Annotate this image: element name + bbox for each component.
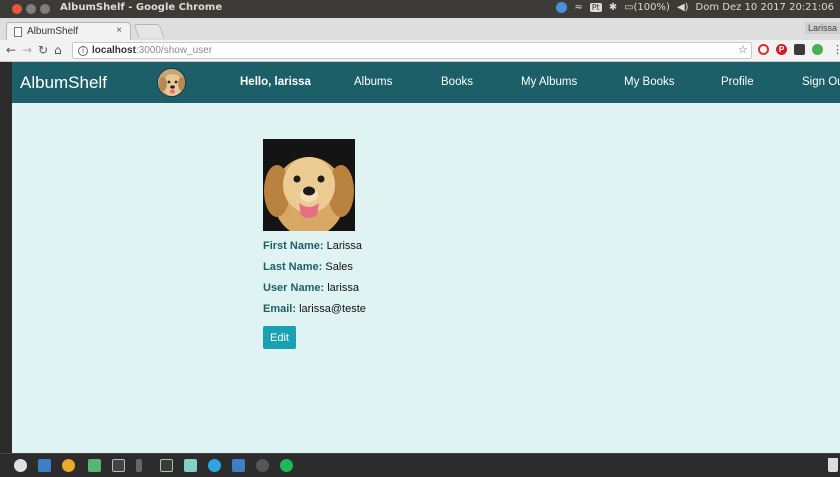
email-field: Email: larissa@teste	[263, 303, 366, 315]
telegram-icon[interactable]	[208, 459, 221, 472]
window-minimize-button[interactable]	[26, 4, 36, 14]
terminal-icon[interactable]	[112, 459, 125, 472]
chrome-extension-icon[interactable]	[812, 44, 823, 55]
pinterest-extension-icon[interactable]: P	[776, 44, 787, 55]
clock[interactable]: Dom Dez 10 2017 20:21:06	[696, 2, 834, 13]
trash-icon[interactable]	[828, 458, 838, 472]
browser-toolbar: ← → ↻ ⌂ i localhost:3000/show_user ☆ P ⋮	[0, 40, 840, 62]
dog-photo-icon	[263, 139, 355, 231]
browser-tabstrip: AlbumShelf × Larissa	[0, 18, 840, 40]
url-text[interactable]: localhost:3000/show_user	[92, 45, 212, 56]
home-icon[interactable]: ⌂	[54, 43, 62, 57]
os-top-panel: AlbumShelf - Google Chrome ≈ Pt ✱ ▭(100%…	[0, 0, 840, 18]
system-monitor-icon[interactable]	[160, 459, 173, 472]
last-name-label: Last Name:	[263, 261, 323, 273]
first-name-label: First Name:	[263, 240, 324, 252]
url-host: localhost	[92, 45, 136, 56]
email-value: larissa@teste	[299, 303, 366, 315]
os-dock	[0, 453, 840, 477]
bluetooth-icon[interactable]: ✱	[609, 2, 617, 13]
files-icon[interactable]	[38, 459, 51, 472]
wifi-icon[interactable]: ≈	[574, 2, 582, 13]
opera-extension-icon[interactable]	[758, 44, 769, 55]
ubuntu-logo-icon[interactable]	[14, 459, 27, 472]
browser-menu-icon[interactable]: ⋮	[832, 43, 840, 56]
new-tab-button[interactable]	[133, 24, 165, 38]
back-arrow-icon[interactable]: ←	[6, 43, 16, 57]
react-icon[interactable]	[256, 459, 269, 472]
nav-profile[interactable]: Profile	[721, 76, 754, 88]
folder-icon[interactable]	[232, 459, 245, 472]
first-name-value: Larissa	[326, 240, 363, 252]
forward-arrow-icon[interactable]: →	[22, 43, 32, 57]
battery-indicator[interactable]: ▭(100%)	[624, 2, 670, 13]
window-close-button[interactable]	[12, 4, 22, 14]
last-name-field: Last Name: Sales	[263, 261, 353, 273]
dog-avatar-icon	[158, 69, 185, 96]
email-label: Email:	[263, 303, 297, 315]
spotify-icon[interactable]	[280, 459, 293, 472]
address-bar[interactable]: i localhost:3000/show_user	[72, 42, 752, 59]
atom-icon[interactable]	[184, 459, 197, 472]
browser-tab[interactable]: AlbumShelf ×	[6, 22, 131, 40]
battery-icon: ▭	[624, 2, 634, 13]
text-editor-icon[interactable]	[136, 459, 142, 472]
volume-icon[interactable]: ◀)	[677, 2, 689, 13]
window-title: AlbumShelf - Google Chrome	[60, 2, 223, 13]
profile-photo	[263, 139, 355, 231]
url-path: :3000/show_user	[135, 45, 213, 56]
last-name-value: Sales	[325, 261, 353, 273]
nav-my-books[interactable]: My Books	[624, 76, 675, 88]
nav-books[interactable]: Books	[441, 76, 473, 88]
first-name-field: First Name: Larissa	[263, 240, 362, 252]
profile-button[interactable]: Larissa	[804, 22, 840, 34]
nav-sign-out[interactable]: Sign Out	[802, 76, 840, 88]
battery-level: (100%)	[633, 2, 670, 13]
user-name-label: User Name:	[263, 282, 325, 294]
keyboard-layout-indicator[interactable]: Pt	[589, 3, 602, 12]
bookmark-star-icon[interactable]: ☆	[738, 43, 748, 56]
nav-my-albums[interactable]: My Albums	[521, 76, 577, 88]
tab-close-icon[interactable]: ×	[116, 25, 122, 36]
update-icon[interactable]	[556, 2, 568, 13]
avatar[interactable]	[157, 68, 186, 97]
nav-albums[interactable]: Albums	[354, 76, 392, 88]
app-icon[interactable]	[88, 459, 101, 472]
info-icon[interactable]: i	[78, 46, 88, 56]
reload-icon[interactable]: ↻	[38, 43, 48, 57]
page-icon	[14, 27, 22, 37]
pocket-extension-icon[interactable]	[794, 44, 805, 55]
page-content: AlbumShelf Hello, larissa Albums Books M…	[12, 62, 840, 453]
greeting: Hello, larissa	[240, 76, 311, 88]
edit-button[interactable]: Edit	[263, 326, 296, 349]
user-name-field: User Name: larissa	[263, 282, 359, 294]
app-navbar: AlbumShelf Hello, larissa Albums Books M…	[12, 62, 840, 103]
brand-logo[interactable]: AlbumShelf	[20, 73, 107, 93]
tab-title: AlbumShelf	[27, 26, 79, 37]
user-name-value: larissa	[327, 282, 359, 294]
window-maximize-button[interactable]	[40, 4, 50, 14]
chrome-icon[interactable]	[62, 459, 75, 472]
system-tray: ≈ Pt ✱ ▭(100%) ◀) Dom Dez 10 2017 20:21:…	[556, 2, 834, 13]
